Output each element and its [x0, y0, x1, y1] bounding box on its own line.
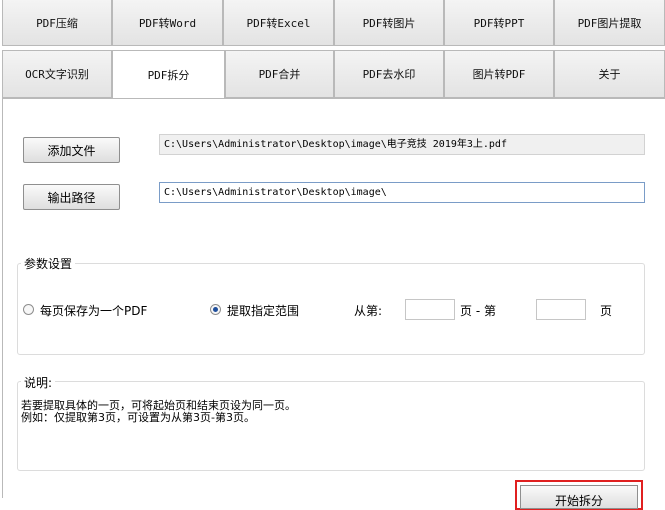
- output-path-field[interactable]: C:\Users\Administrator\Desktop\image\: [159, 182, 645, 203]
- radio-each-page-label: 每页保存为一个PDF: [40, 304, 148, 318]
- tab-row-1: PDF压缩 PDF转Word PDF转Excel PDF转图片 PDF转PPT …: [0, 0, 665, 48]
- tab-pdf-to-word[interactable]: PDF转Word: [112, 0, 223, 46]
- tab-pdf-to-ppt[interactable]: PDF转PPT: [444, 0, 554, 46]
- page-to-label: 页 - 第: [460, 304, 496, 318]
- radio-range[interactable]: [210, 304, 221, 315]
- tab-pdf-merge[interactable]: PDF合并: [225, 50, 334, 98]
- description-line-2: 例如：仅提取第3页，可设置为从第3页-第3页。: [21, 411, 255, 424]
- tab-pdf-image-extract[interactable]: PDF图片提取: [554, 0, 665, 46]
- tab-row-2: OCR文字识别 PDF拆分 PDF合并 PDF去水印 图片转PDF 关于: [0, 50, 665, 98]
- tab-pdf-remove-watermark[interactable]: PDF去水印: [334, 50, 444, 98]
- radio-range-label: 提取指定范围: [227, 304, 300, 318]
- page-label: 页: [600, 304, 613, 318]
- to-page-input[interactable]: [536, 299, 586, 320]
- tab-image-to-pdf[interactable]: 图片转PDF: [444, 50, 554, 98]
- tab-ocr[interactable]: OCR文字识别: [2, 50, 112, 98]
- tab-pdf-to-excel[interactable]: PDF转Excel: [223, 0, 334, 46]
- radio-each-page[interactable]: [23, 304, 34, 315]
- description-legend: 说明:: [21, 374, 56, 391]
- tab-pdf-to-image[interactable]: PDF转图片: [334, 0, 444, 46]
- tab-about[interactable]: 关于: [554, 50, 665, 98]
- add-file-button[interactable]: 添加文件: [23, 137, 120, 163]
- tab-pdf-split[interactable]: PDF拆分: [112, 50, 225, 98]
- params-legend: 参数设置: [21, 255, 76, 272]
- from-label: 从第:: [354, 304, 383, 318]
- output-path-button[interactable]: 输出路径: [23, 184, 120, 210]
- description-group: [17, 381, 645, 471]
- tab-pdf-compress[interactable]: PDF压缩: [2, 0, 112, 46]
- start-split-button[interactable]: 开始拆分: [520, 485, 638, 509]
- from-page-input[interactable]: [405, 299, 455, 320]
- input-file-path[interactable]: C:\Users\Administrator\Desktop\image\电子竞…: [159, 134, 645, 155]
